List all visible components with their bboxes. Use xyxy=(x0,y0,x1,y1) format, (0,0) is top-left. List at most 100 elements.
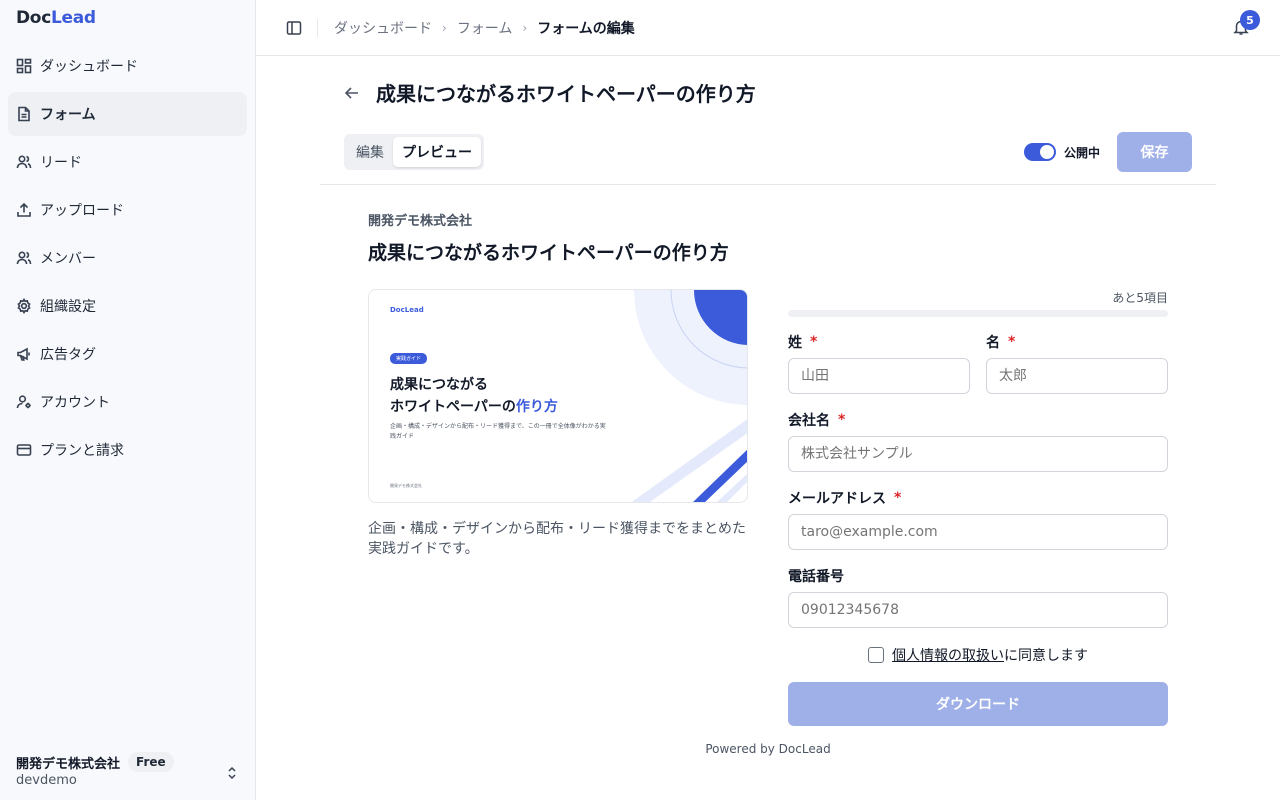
first-name-label: 名 * xyxy=(986,332,1168,352)
first-name-group: 名 * xyxy=(986,332,1168,394)
sidebar-item-label: アップロード xyxy=(40,203,124,219)
chevrons-up-down-icon[interactable] xyxy=(225,766,239,780)
powered-by: Powered by DocLead xyxy=(705,742,831,756)
sidebar-item-leads[interactable]: リード xyxy=(8,140,247,184)
sidebar-item-label: ダッシュボード xyxy=(40,59,138,75)
name-row: 姓* 名* xyxy=(788,332,1168,394)
logo-doc-text: Doc xyxy=(16,8,51,28)
required-mark: * xyxy=(1008,334,1016,350)
company-group: 会社名 * xyxy=(788,410,1168,472)
cover-image: DocLead 実践ガイド 成果につながる ホワイトペーパーの作り方 企画・構成… xyxy=(368,289,748,503)
sidebar-item-label: フォーム xyxy=(40,107,96,123)
org-switcher[interactable]: 開発デモ株式会社 Free devdemo xyxy=(16,752,239,788)
header-divider xyxy=(320,184,1216,185)
privacy-policy-link[interactable]: 個人情報の取扱い xyxy=(892,645,1004,665)
main-content: ダッシュボード › フォーム › フォームの編集 5 成果につながるホワイトペー… xyxy=(256,0,1280,800)
publish-label: 公開中 xyxy=(1064,145,1101,160)
email-field[interactable] xyxy=(788,514,1168,550)
cover-logo: DocLead xyxy=(390,306,424,314)
publish-control: 公開中 xyxy=(1024,143,1100,161)
credit-card-icon xyxy=(16,442,32,458)
sidebar: DocLead ダッシュボード フォーム リード アップロード メンバー 組織設… xyxy=(0,0,256,800)
consent-text: に同意します xyxy=(1004,648,1088,664)
preview-title: 成果につながるホワイトペーパーの作り方 xyxy=(368,242,729,264)
preview-description: 企画・構成・デザインから配布・リード獲得までをまとめた実践ガイドです。 xyxy=(368,521,746,557)
remaining-fields: あと5項目 xyxy=(1112,291,1168,305)
toggle-knob xyxy=(1040,145,1054,159)
company-field[interactable] xyxy=(788,436,1168,472)
sidebar-nav: ダッシュボード フォーム リード アップロード メンバー 組織設定 広告タグ ア… xyxy=(8,44,247,476)
sidebar-item-label: リード xyxy=(40,155,82,171)
phone-field[interactable] xyxy=(788,592,1168,628)
lead-form: あと5項目 姓* 名* 会社名* メールアドレス* xyxy=(788,289,1168,726)
topbar: ダッシュボード › フォーム › フォームの編集 5 xyxy=(256,0,1280,56)
sidebar-item-label: プランと請求 xyxy=(40,443,124,459)
company-label-text: 会社名 xyxy=(788,413,830,429)
sidebar-item-ad-tags[interactable]: 広告タグ xyxy=(8,332,247,376)
org-name-row: 開発デモ株式会社 Free xyxy=(16,752,239,772)
sidebar-item-dashboard[interactable]: ダッシュボード xyxy=(8,44,247,88)
required-mark: * xyxy=(894,490,902,506)
logo-lead-text: Lead xyxy=(50,8,96,28)
required-mark: * xyxy=(810,334,818,350)
page-header: 成果につながるホワイトペーパーの作り方 xyxy=(342,78,756,107)
user-cog-icon xyxy=(16,394,32,410)
sidebar-item-label: 組織設定 xyxy=(40,299,96,315)
members-icon xyxy=(16,250,32,266)
cover-tag: 実践ガイド xyxy=(390,353,428,364)
sidebar-item-forms[interactable]: フォーム xyxy=(8,92,247,136)
preview-company-name: 開発デモ株式会社 xyxy=(368,214,473,229)
last-name-field[interactable] xyxy=(788,358,970,394)
breadcrumb-forms[interactable]: フォーム xyxy=(457,18,513,38)
sidebar-item-billing[interactable]: プランと請求 xyxy=(8,428,247,472)
sidebar-item-account[interactable]: アカウント xyxy=(8,380,247,424)
document-icon xyxy=(16,106,32,122)
sidebar-item-label: アカウント xyxy=(40,395,110,411)
topbar-divider xyxy=(317,18,318,37)
breadcrumb-current: フォームの編集 xyxy=(537,20,635,37)
download-button[interactable]: ダウンロード xyxy=(788,682,1168,726)
org-name: 開発デモ株式会社 xyxy=(16,756,121,772)
email-label: メールアドレス * xyxy=(788,488,1168,508)
cover-title-accent: 作り方 xyxy=(515,399,558,415)
cover-subtitle: 企画・構成・デザインから配布・リード獲得まで、この一冊で全体像がわかる実践ガイド xyxy=(390,423,606,440)
form-progress-bar xyxy=(788,310,1168,317)
notification-badge: 5 xyxy=(1240,10,1260,30)
cover-title: 成果につながる ホワイトペーパーの作り方 xyxy=(390,374,558,418)
chevron-right-icon: › xyxy=(442,20,447,35)
first-name-field[interactable] xyxy=(986,358,1168,394)
tab-edit[interactable]: 編集 xyxy=(347,137,393,167)
cover-title-plain: ホワイトペーパーの xyxy=(390,399,516,415)
first-name-label-text: 名 xyxy=(986,335,1000,351)
email-group: メールアドレス * xyxy=(788,488,1168,550)
sidebar-item-org-settings[interactable]: 組織設定 xyxy=(8,284,247,328)
phone-label-text: 電話番号 xyxy=(788,569,844,585)
last-name-label: 姓 * xyxy=(788,332,970,352)
last-name-label-text: 姓 xyxy=(788,335,802,351)
dashboard-icon xyxy=(16,58,32,74)
plan-badge: Free xyxy=(128,752,174,772)
cover-title-line2: ホワイトペーパーの作り方 xyxy=(390,396,558,418)
sidebar-item-label: 広告タグ xyxy=(40,347,96,363)
breadcrumb-dashboard[interactable]: ダッシュボード xyxy=(334,18,432,38)
sidebar-item-upload[interactable]: アップロード xyxy=(8,188,247,232)
consent-checkbox[interactable] xyxy=(868,647,884,663)
sidebar-toggle-icon[interactable] xyxy=(286,20,302,36)
sidebar-item-label: メンバー xyxy=(40,251,96,267)
upload-icon xyxy=(16,202,32,218)
mode-tabs: 編集 プレビュー xyxy=(344,134,484,170)
consent-row: 個人情報の取扱い に同意します xyxy=(788,645,1168,665)
app-logo[interactable]: DocLead xyxy=(16,8,96,28)
last-name-group: 姓 * xyxy=(788,332,970,394)
back-arrow-icon[interactable] xyxy=(342,83,362,103)
tab-preview[interactable]: プレビュー xyxy=(393,137,481,167)
phone-group: 電話番号 xyxy=(788,566,1168,628)
email-label-text: メールアドレス xyxy=(788,491,886,507)
breadcrumb: ダッシュボード › フォーム › フォームの編集 xyxy=(334,18,635,38)
required-mark: * xyxy=(838,412,846,428)
sidebar-item-members[interactable]: メンバー xyxy=(8,236,247,280)
org-slug: devdemo xyxy=(16,773,77,788)
publish-toggle[interactable] xyxy=(1024,143,1056,161)
save-button[interactable]: 保存 xyxy=(1117,132,1192,172)
megaphone-icon xyxy=(16,346,32,362)
